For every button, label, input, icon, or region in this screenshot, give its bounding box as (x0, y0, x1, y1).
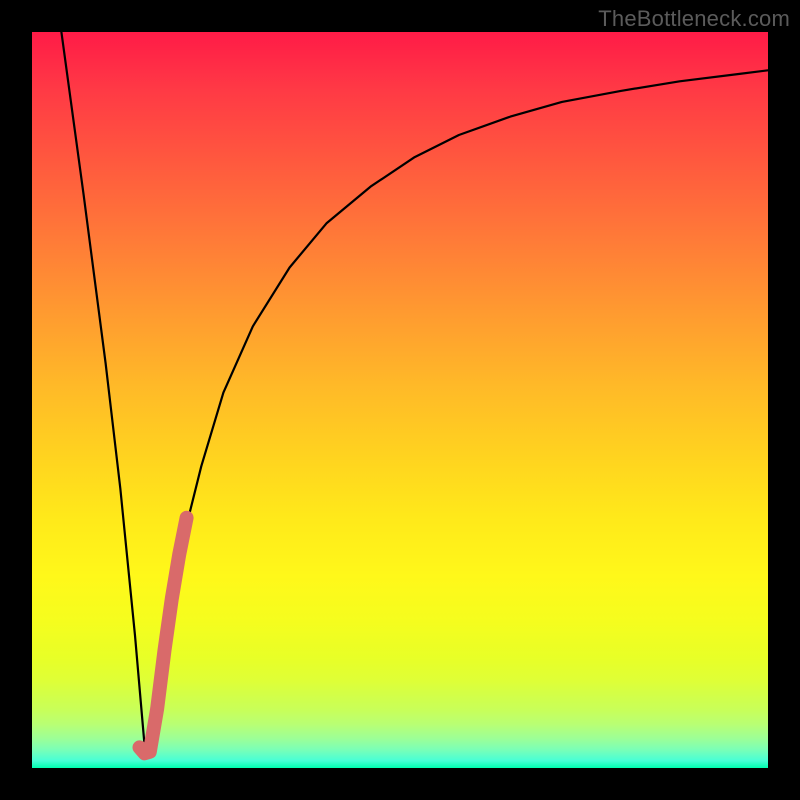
watermark-text: TheBottleneck.com (598, 6, 790, 32)
highlight-j-curve (140, 518, 187, 754)
chart-frame: TheBottleneck.com (0, 0, 800, 800)
curve-layer (32, 32, 768, 768)
plot-area (32, 32, 768, 768)
